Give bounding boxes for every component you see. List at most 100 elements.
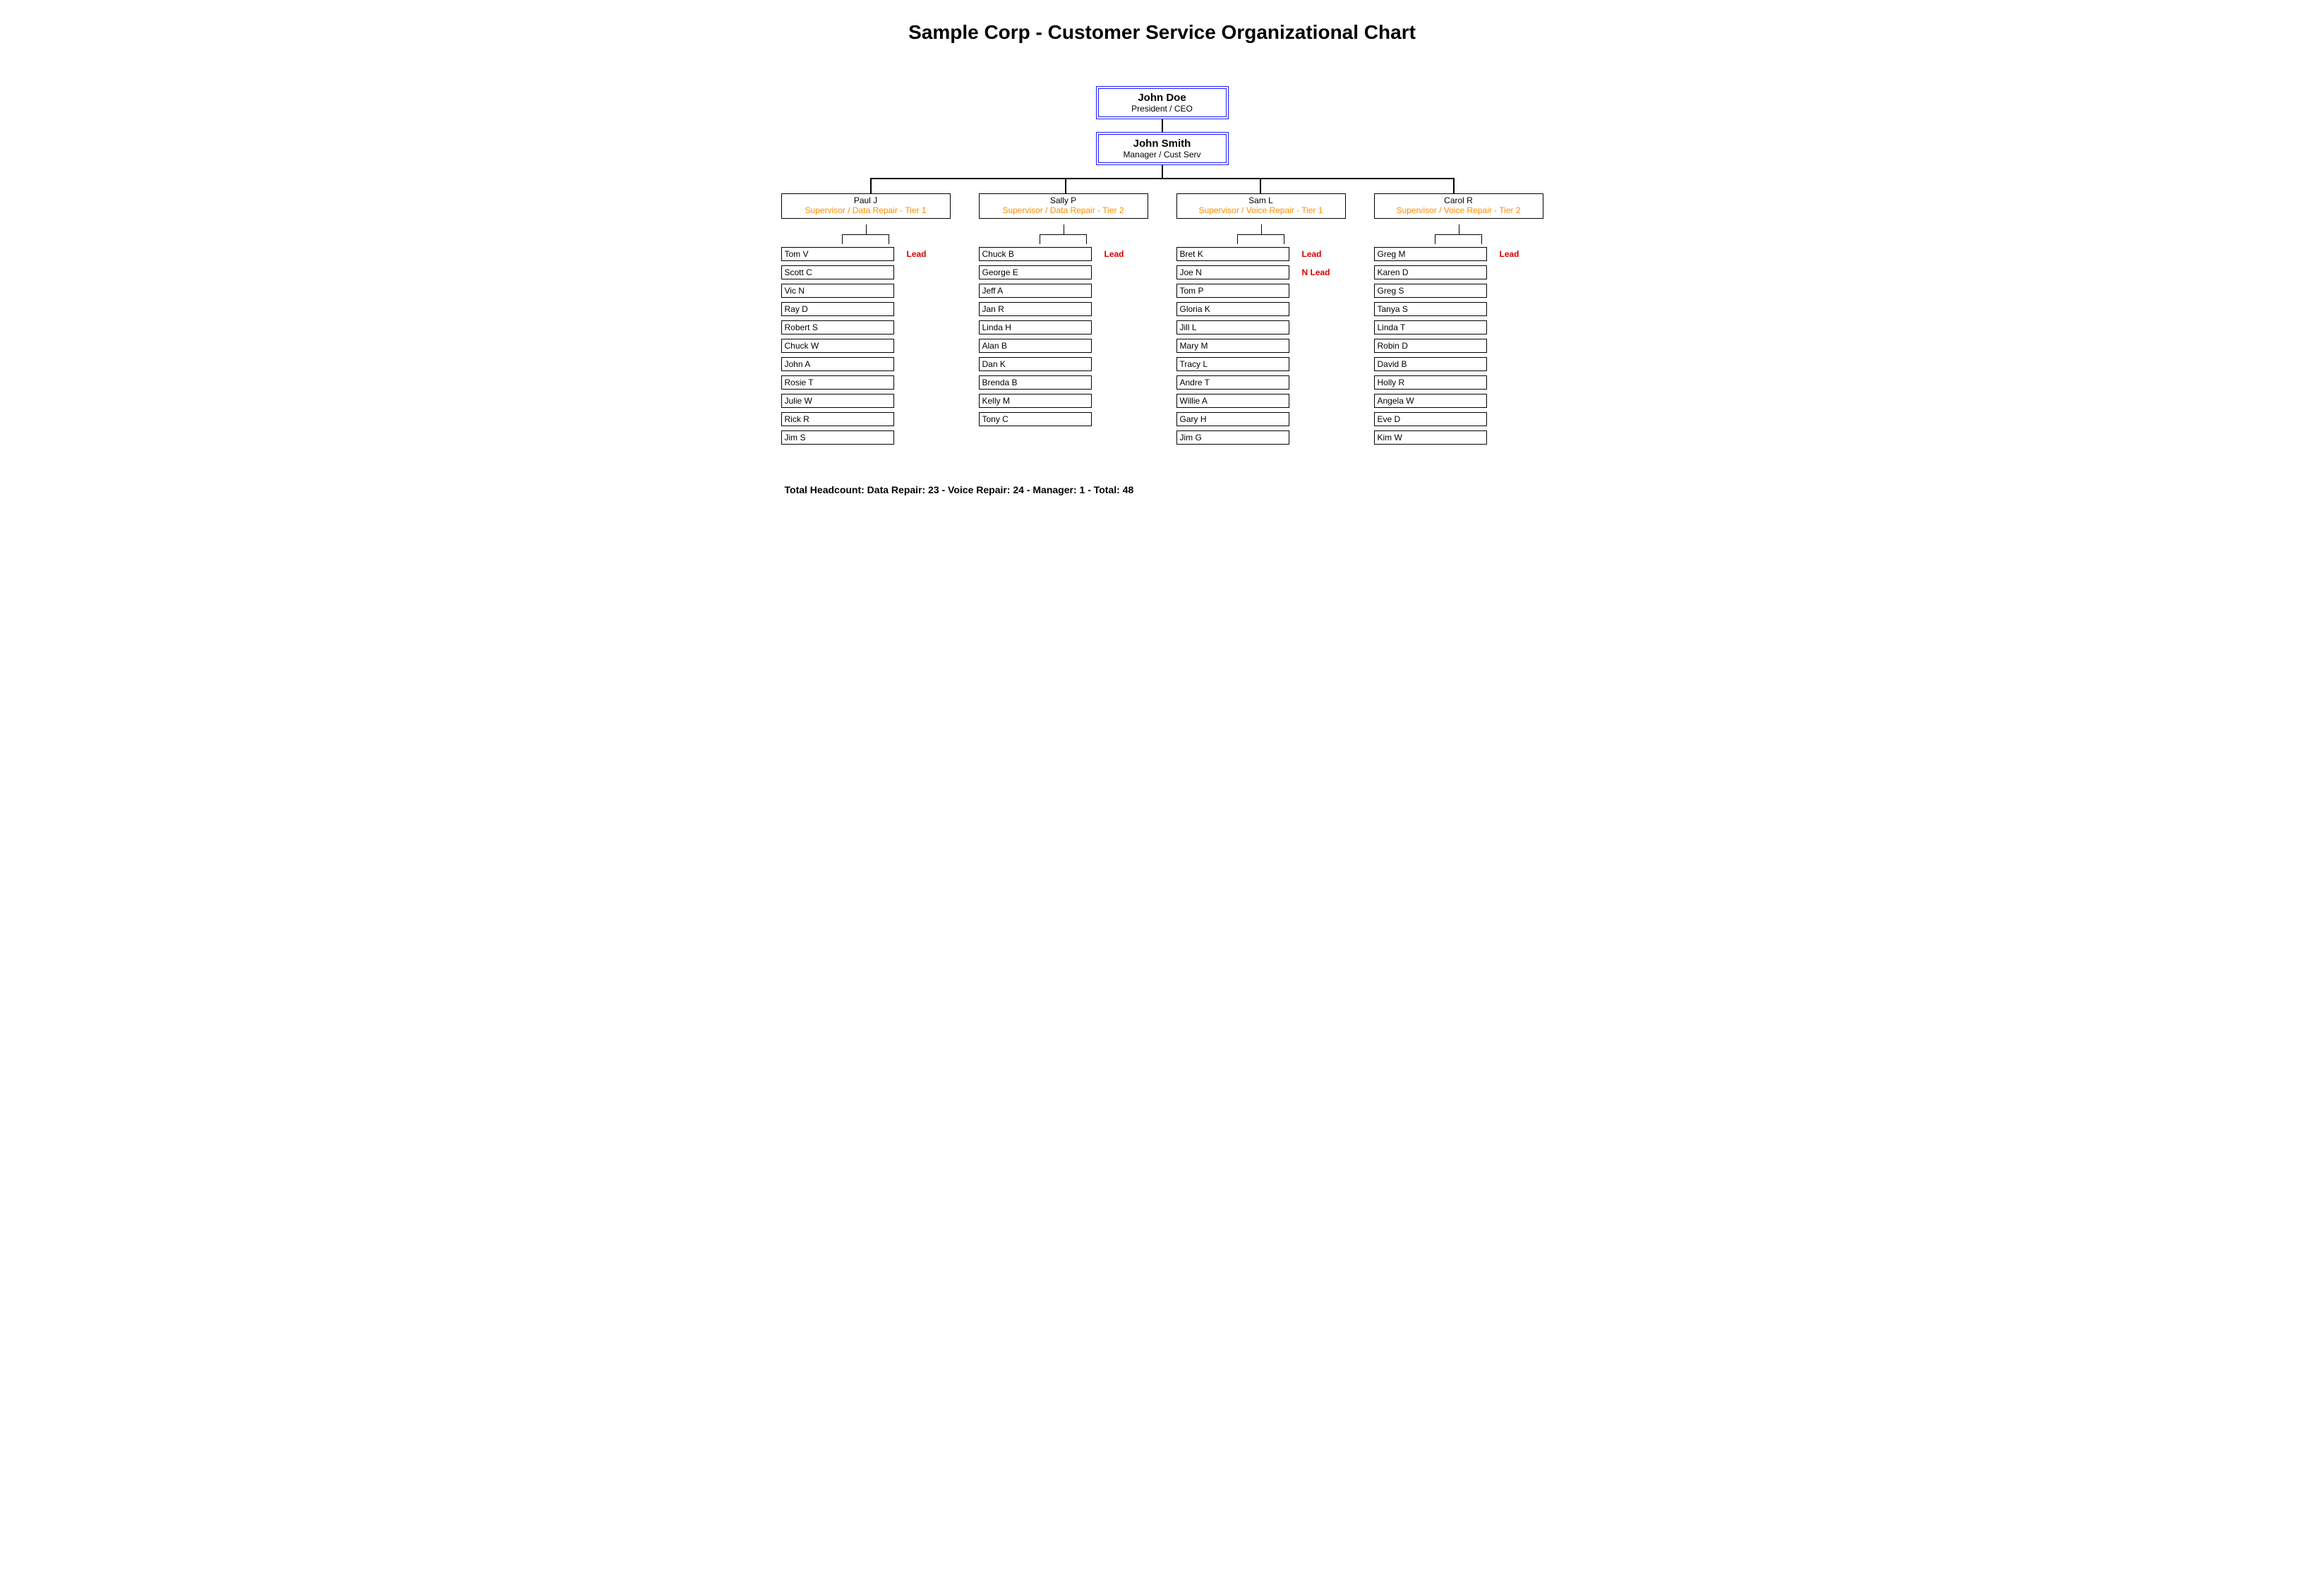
employee-box: Gloria K	[1176, 302, 1289, 316]
employee-box: John A	[781, 357, 894, 371]
drop-line	[1453, 178, 1455, 193]
member-row: Greg S	[1374, 284, 1543, 298]
member-row: Robin D	[1374, 339, 1543, 353]
page-title: Sample Corp - Customer Service Organizat…	[14, 21, 2310, 44]
team-connector	[1176, 224, 1346, 244]
member-row: Gary H	[1176, 412, 1346, 426]
employee-box: Jill L	[1176, 320, 1289, 335]
supervisor-box: Sam LSupervisor / Voice Repair - Tier 1	[1176, 193, 1346, 219]
member-row: Rosie T	[781, 375, 951, 390]
role-tag: Lead	[1302, 249, 1322, 259]
employee-box: Willie A	[1176, 394, 1289, 408]
employee-box: Greg S	[1374, 284, 1487, 298]
employee-box: Julie W	[781, 394, 894, 408]
drop-line	[1260, 178, 1261, 193]
employee-box: Robin D	[1374, 339, 1487, 353]
employee-box: David B	[1374, 357, 1487, 371]
employee-box: Jim S	[781, 430, 894, 445]
ceo-name: John Doe	[1099, 92, 1226, 104]
manager-box: John Smith Manager / Cust Serv	[1096, 132, 1229, 165]
employee-box: Tom V	[781, 247, 894, 261]
supervisor-name: Carol R	[1375, 195, 1543, 205]
ceo-role: President / CEO	[1099, 104, 1226, 114]
member-row: Holly R	[1374, 375, 1543, 390]
member-row: Vic N	[781, 284, 951, 298]
employee-box: Kelly M	[979, 394, 1092, 408]
team-connector	[781, 224, 951, 244]
employee-box: George E	[979, 265, 1092, 279]
member-row: Jim G	[1176, 430, 1346, 445]
member-row: Chuck W	[781, 339, 951, 353]
supervisor-role: Supervisor / Data Repair - Tier 1	[782, 205, 950, 215]
member-row: Chuck BLead	[979, 247, 1148, 261]
supervisor-box: Carol RSupervisor / Voice Repair - Tier …	[1374, 193, 1543, 219]
supervisor-name: Paul J	[782, 195, 950, 205]
member-row: Greg M Lead	[1374, 247, 1543, 261]
member-row: Robert S	[781, 320, 951, 335]
employee-box: Scott C	[781, 265, 894, 279]
supervisor-box: Sally PSupervisor / Data Repair - Tier 2	[979, 193, 1148, 219]
employee-box: Linda T	[1374, 320, 1487, 335]
employee-box: Jeff A	[979, 284, 1092, 298]
employee-box: Linda H	[979, 320, 1092, 335]
ceo-box: John Doe President / CEO	[1096, 86, 1229, 119]
headcount-footer: Total Headcount: Data Repair: 23 - Voice…	[778, 484, 1547, 495]
member-row: Tony C	[979, 412, 1148, 426]
manager-role: Manager / Cust Serv	[1099, 150, 1226, 159]
employee-box: Karen D	[1374, 265, 1487, 279]
employee-box: Rosie T	[781, 375, 894, 390]
employee-box: Greg M	[1374, 247, 1487, 261]
employee-box: Tracy L	[1176, 357, 1289, 371]
employee-box: Tony C	[979, 412, 1092, 426]
member-row: Jim S	[781, 430, 951, 445]
member-row: Alan B	[979, 339, 1148, 353]
role-tag: Lead	[907, 249, 927, 259]
employee-box: Bret K	[1176, 247, 1289, 261]
member-row: Ray D	[781, 302, 951, 316]
member-row: George E	[979, 265, 1148, 279]
member-row: Julie W	[781, 394, 951, 408]
manager-name: John Smith	[1099, 138, 1226, 150]
team-column: Sally PSupervisor / Data Repair - Tier 2…	[979, 193, 1148, 449]
employee-box: Joe N	[1176, 265, 1289, 279]
member-row: Gloria K	[1176, 302, 1346, 316]
employee-box: Andre T	[1176, 375, 1289, 390]
member-row: Tanya S	[1374, 302, 1543, 316]
member-row: Tracy L	[1176, 357, 1346, 371]
employee-box: Mary M	[1176, 339, 1289, 353]
supervisor-role: Supervisor / Voice Repair - Tier 1	[1177, 205, 1345, 215]
supervisor-name: Sally P	[980, 195, 1148, 205]
member-row: Dan K	[979, 357, 1148, 371]
supervisor-name: Sam L	[1177, 195, 1345, 205]
employee-box: Dan K	[979, 357, 1092, 371]
employee-box: Holly R	[1374, 375, 1487, 390]
employee-box: Robert S	[781, 320, 894, 335]
employee-box: Tom P	[1176, 284, 1289, 298]
employee-box: Alan B	[979, 339, 1092, 353]
employee-box: Tanya S	[1374, 302, 1487, 316]
supervisor-box: Paul JSupervisor / Data Repair - Tier 1	[781, 193, 951, 219]
employee-box: Kim W	[1374, 430, 1487, 445]
connector-line	[1162, 119, 1163, 132]
employee-box: Gary H	[1176, 412, 1289, 426]
team-column: Sam LSupervisor / Voice Repair - Tier 1 B…	[1176, 193, 1346, 449]
role-tag: N Lead	[1302, 267, 1330, 277]
member-row: Linda T	[1374, 320, 1543, 335]
employee-box: Rick R	[781, 412, 894, 426]
org-chart: John Doe President / CEO John Smith Mana…	[781, 86, 1543, 449]
employee-box: Eve D	[1374, 412, 1487, 426]
team-connector	[979, 224, 1148, 244]
member-row: Brenda B	[979, 375, 1148, 390]
distribution-bar	[870, 178, 1455, 179]
role-tag: Lead	[1500, 249, 1519, 259]
employee-box: Angela W	[1374, 394, 1487, 408]
member-row: David B	[1374, 357, 1543, 371]
drop-line	[1065, 178, 1066, 193]
member-row: Angela W	[1374, 394, 1543, 408]
employee-box: Brenda B	[979, 375, 1092, 390]
member-row: Tom V Lead	[781, 247, 951, 261]
employee-box: Jan R	[979, 302, 1092, 316]
member-row: Bret K Lead	[1176, 247, 1346, 261]
team-column: Paul JSupervisor / Data Repair - Tier 1 T…	[781, 193, 951, 449]
team-column: Carol RSupervisor / Voice Repair - Tier …	[1374, 193, 1543, 449]
